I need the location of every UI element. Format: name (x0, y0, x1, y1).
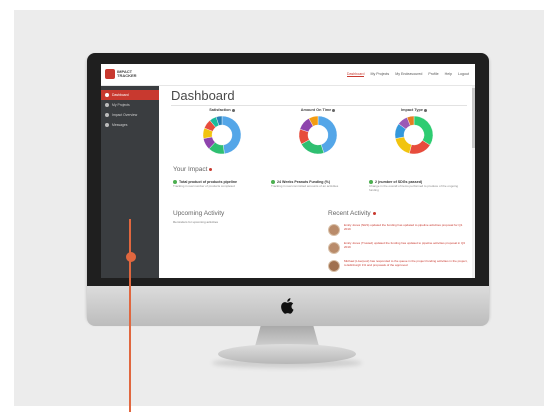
impact-item: Total product of products pipeline Track… (173, 180, 267, 189)
your-impact-heading: Your Impact (173, 166, 213, 173)
info-icon[interactable] (209, 167, 213, 171)
title-divider (171, 105, 467, 106)
chart-icon (105, 113, 109, 117)
info-icon[interactable] (332, 108, 336, 112)
main-content: Dashboard Satisfaction Amount On Time Im… (163, 86, 475, 278)
upcoming-activity-subtitle: Reminders for upcoming activities (173, 220, 219, 224)
message-icon (105, 123, 109, 127)
page-title: Dashboard (171, 88, 235, 103)
logo-text: IMPACT TRACKER (117, 69, 137, 78)
recent-activity-heading: Recent Activity (328, 210, 376, 217)
callout-line (129, 219, 131, 412)
sidebar-item-label: My Projects (112, 103, 130, 107)
impact-sub: Tracking in real number of products comp… (173, 184, 235, 188)
sidebar-item-impact-overview[interactable]: Impact Overview (101, 110, 159, 120)
info-icon[interactable] (231, 108, 235, 112)
nav-item-endeavoured[interactable]: My Endeavoured (395, 72, 422, 77)
your-impact-title: Your Impact (173, 166, 208, 173)
activity-text: Michael (Liverpool) has responded to the… (344, 259, 468, 267)
nav-item-profile[interactable]: Profile (428, 72, 438, 77)
nav-item-dashboard[interactable]: Dashboard (346, 72, 365, 77)
donut-chart-satisfaction (202, 115, 242, 155)
callout-marker (126, 252, 136, 262)
nav-item-logout[interactable]: Logout (458, 72, 469, 77)
sidebar-item-my-projects[interactable]: My Projects (101, 100, 159, 110)
top-navigation-bar: IMPACT TRACKER Dashboard My Projects My … (101, 64, 475, 86)
sidebar-item-messages[interactable]: Messages (101, 120, 159, 130)
chart-title: Satisfaction (209, 108, 231, 112)
impact-sub: Change in the overall of items performed… (369, 184, 459, 192)
impact-item: 24 Weeks Peanuts Funding (%) Tracking in… (271, 180, 365, 189)
nav-item-help[interactable]: Help (445, 72, 452, 77)
impact-sub: Tracking in real committed amounts of an… (271, 184, 339, 188)
activity-item[interactable]: Michael (Liverpool) has responded to the… (328, 259, 468, 272)
donut-chart-amount-on-time (298, 115, 338, 155)
sidebar-item-label: Dashboard (112, 93, 129, 97)
donut-slice[interactable] (395, 136, 412, 154)
donut-slice[interactable] (221, 115, 242, 155)
app-logo[interactable]: IMPACT TRACKER (105, 69, 143, 79)
avatar (328, 224, 340, 236)
chart-satisfaction: Satisfaction (187, 108, 257, 156)
info-icon[interactable] (423, 108, 427, 112)
sidebar-item-label: Messages (112, 123, 128, 127)
apple-logo-icon (281, 298, 294, 314)
chart-impact-type: Impact Type (379, 108, 449, 156)
monitor-screen: IMPACT TRACKER Dashboard My Projects My … (101, 64, 475, 278)
folder-icon (105, 103, 109, 107)
logo-mark-icon (105, 69, 115, 79)
sidebar-item-dashboard[interactable]: Dashboard (101, 90, 159, 100)
nav-item-my-projects[interactable]: My Projects (370, 72, 389, 77)
chart-title: Impact Type (401, 108, 423, 112)
avatar (328, 242, 340, 254)
monitor-stand-base (218, 344, 356, 364)
home-icon (105, 93, 109, 97)
scrollbar-thumb[interactable] (472, 88, 475, 148)
recent-activity-title: Recent Activity (328, 210, 371, 217)
activity-text: Emily Jones (Trusted) updated the fundin… (344, 241, 465, 249)
chart-amount-on-time: Amount On Time (283, 108, 353, 156)
impact-item: 2 (number of SDGs passed) Change in the … (369, 180, 463, 192)
sidebar-item-label: Impact Overview (112, 113, 138, 117)
activity-text: Emily Jones (NHS) updated the funding ha… (344, 223, 463, 231)
info-icon[interactable] (372, 211, 376, 215)
activity-item[interactable]: Emily Jones (Trusted) updated the fundin… (328, 241, 468, 254)
upcoming-activity-heading: Upcoming Activity (173, 210, 225, 217)
top-nav: Dashboard My Projects My Endeavoured Pro… (346, 72, 469, 77)
chart-title: Amount On Time (300, 108, 332, 112)
avatar (328, 260, 340, 272)
activity-item[interactable]: Emily Jones (NHS) updated the funding ha… (328, 223, 468, 236)
donut-chart-impact-type (394, 115, 434, 155)
